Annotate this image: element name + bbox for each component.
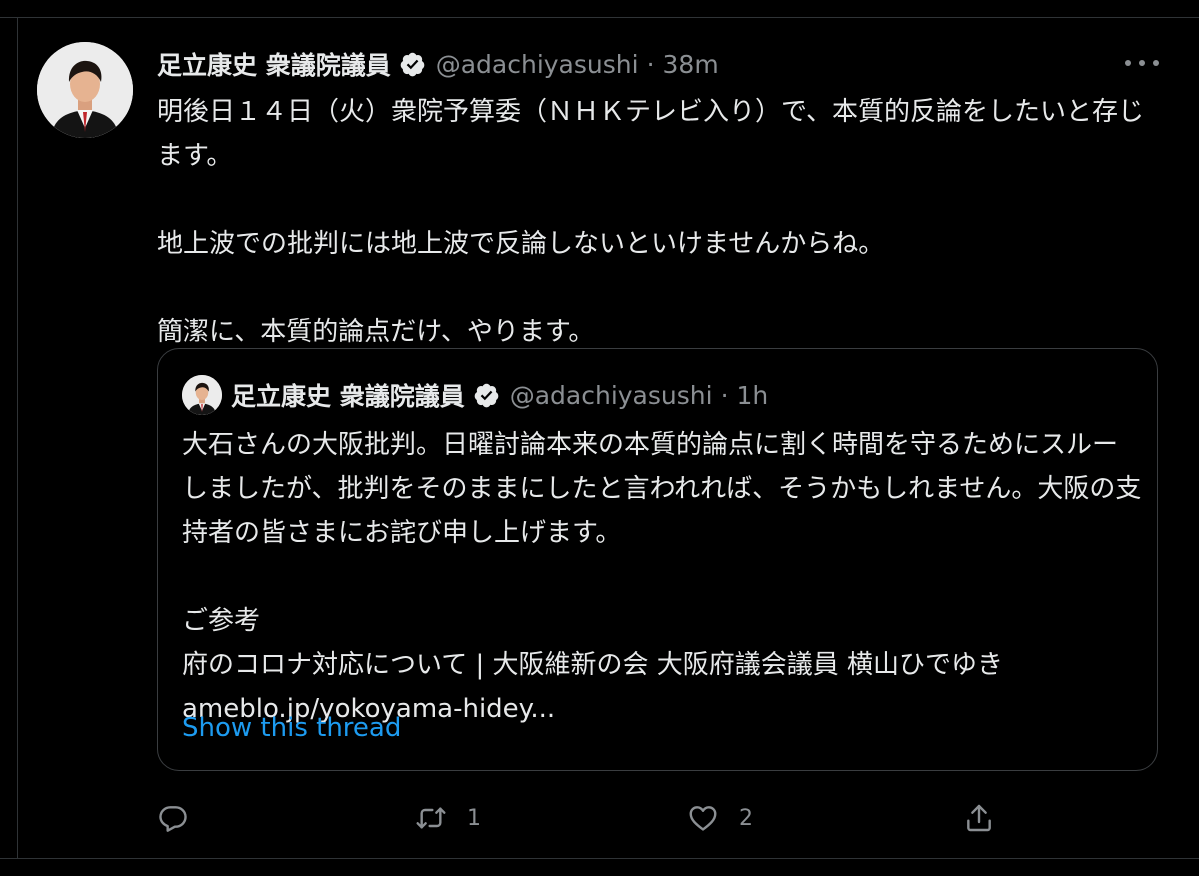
verified-badge-icon [399, 51, 426, 78]
retweet-count: 1 [467, 805, 481, 831]
retweet-button[interactable]: 1 [415, 796, 481, 840]
like-count: 2 [739, 805, 753, 831]
quoted-author-name: 足立康史 衆議院議員 [231, 382, 465, 411]
separator-dot: · [720, 380, 729, 410]
quoted-tweet-body: 大石さんの大阪批判。日曜討論本来の本質的論点に割く時間を守るためにスルーしました… [182, 430, 1142, 680]
quoted-avatar-portrait [182, 375, 222, 415]
quoted-author-handle: @adachiyasushi [509, 380, 713, 410]
avatar-portrait [37, 42, 133, 138]
tweet-actions: 1 2 [157, 796, 1027, 840]
like-button[interactable]: 2 [687, 796, 753, 840]
frame-left-border [17, 17, 18, 859]
reply-button[interactable] [157, 796, 209, 840]
tweet-timestamp[interactable]: 38m [663, 50, 719, 79]
author-name[interactable]: 足立康史 衆議院議員 [157, 46, 391, 82]
heart-icon [689, 806, 717, 831]
verified-badge-icon [473, 382, 500, 409]
quoted-tweet-text: 大石さんの大阪批判。日曜討論本来の本質的論点に割く時間を守るためにスルーしました… [182, 423, 1142, 731]
separator-dot: · [646, 49, 655, 79]
share-button[interactable] [963, 796, 995, 840]
show-thread-link[interactable]: Show this thread [182, 706, 401, 750]
quoted-timestamp: 1h [736, 380, 769, 410]
frame-top-border [0, 17, 1199, 18]
tweet-header: 足立康史 衆議院議員 @adachiyasushi · 38m [157, 44, 719, 84]
retweet-icon [416, 807, 446, 829]
more-dots-icon[interactable] [1125, 52, 1159, 74]
quoted-tweet-card[interactable]: 足立康史 衆議院議員 @adachiyasushi · 1h 大石さんの大阪批判… [157, 348, 1158, 771]
tweet-text: 明後日１４日（火）衆院予算委（ＮＨＫテレビ入り）で、本質的反論をしたいと存じます… [157, 97, 1144, 347]
frame-bottom-border [0, 858, 1199, 859]
share-icon [967, 804, 991, 832]
avatar[interactable] [37, 42, 133, 138]
quoted-tweet-header: 足立康史 衆議院議員 @adachiyasushi · 1h [231, 375, 768, 415]
author-handle[interactable]: @adachiyasushi [436, 50, 639, 79]
quoted-avatar [182, 375, 222, 415]
reply-icon [159, 806, 187, 832]
